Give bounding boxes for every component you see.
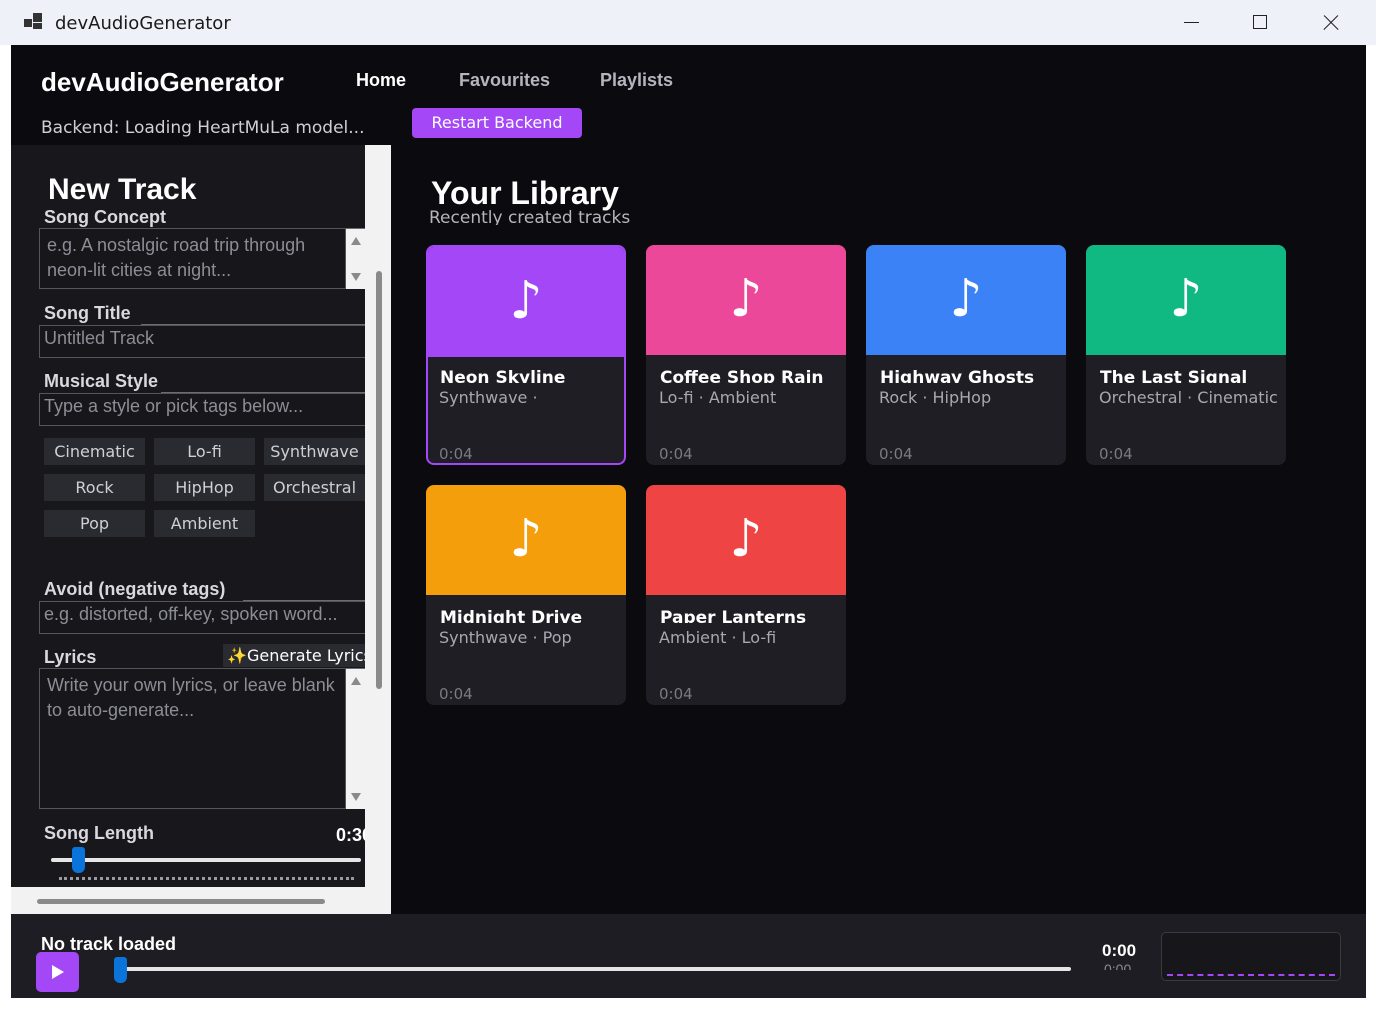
track-tags: Lo-fi · Ambient <box>659 388 777 407</box>
maximize-button[interactable] <box>1226 0 1294 45</box>
track-cover: ♪ <box>428 247 624 357</box>
tag-synthwave[interactable]: Synthwave <box>264 438 365 465</box>
length-value: 0:30 <box>336 825 365 845</box>
lyrics-scrollbar[interactable] <box>346 669 365 809</box>
track-card[interactable]: ♪ Neon Skyline Synthwave · 0:04 <box>426 245 626 465</box>
brand-title: devAudioGenerator <box>41 67 284 97</box>
nav-favourites[interactable]: Favourites <box>459 70 550 91</box>
play-button[interactable] <box>36 952 79 992</box>
scroll-down-icon <box>351 793 361 801</box>
track-cover: ♪ <box>866 245 1066 355</box>
generate-lyrics-label: Generate Lyrics <box>247 646 365 665</box>
track-cover: ♪ <box>646 485 846 595</box>
track-cover: ♪ <box>1086 245 1286 355</box>
concept-label: Song Concept <box>44 207 166 227</box>
length-slider-thumb[interactable] <box>72 847 85 873</box>
track-duration: 0:04 <box>439 685 473 703</box>
track-title: Neon Skyline <box>440 368 566 383</box>
track-cover: ♪ <box>426 485 626 595</box>
length-slider-track[interactable] <box>51 858 361 862</box>
track-duration: 0:04 <box>879 445 913 463</box>
avoid-input[interactable]: e.g. distorted, off-key, spoken word... <box>39 601 365 634</box>
lyrics-label: Lyrics <box>44 647 97 667</box>
nav-playlists[interactable]: Playlists <box>600 70 673 91</box>
track-card[interactable]: ♪ Coffee Shop Rain Lo-fi · Ambient 0:04 <box>646 245 846 465</box>
music-note-icon: ♪ <box>729 509 763 569</box>
waveform-line <box>1167 974 1335 976</box>
title-input[interactable]: Untitled Track <box>39 325 365 358</box>
track-card[interactable]: ♪ Paper Lanterns Ambient · Lo-fi 0:04 <box>646 485 846 705</box>
track-title: Midnight Drive <box>440 608 583 623</box>
window-title: devAudioGenerator <box>55 13 231 34</box>
track-duration: 0:04 <box>659 445 693 463</box>
panel-title: New Track <box>48 173 197 206</box>
track-duration: 0:04 <box>1099 445 1133 463</box>
tag-cinematic[interactable]: Cinematic <box>44 438 145 465</box>
close-button[interactable] <box>1295 0 1363 45</box>
seek-slider-track[interactable] <box>121 967 1071 971</box>
track-tags: Synthwave · Pop <box>439 628 572 647</box>
total-time: 0:00 <box>1104 961 1132 970</box>
play-icon <box>52 965 64 979</box>
avoid-label: Avoid (negative tags) <box>44 579 226 599</box>
track-title: Highway Ghosts <box>880 368 1035 383</box>
track-title: Coffee Shop Rain <box>660 368 824 383</box>
music-note-icon: ♪ <box>509 271 543 331</box>
track-tags: Ambient · Lo-fi <box>659 628 777 647</box>
maximize-icon <box>1253 15 1267 29</box>
track-title: Paper Lanterns <box>660 608 807 623</box>
restart-backend-button[interactable]: Restart Backend <box>412 108 582 138</box>
new-track-panel: New Track Song Concept e.g. A nostalgic … <box>11 145 391 914</box>
music-note-icon: ♪ <box>729 269 763 329</box>
tag-pop[interactable]: Pop <box>44 510 145 537</box>
tag-ambient[interactable]: Ambient <box>154 510 255 537</box>
track-tags: Rock · HipHop <box>879 388 992 407</box>
concept-input[interactable]: e.g. A nostalgic road trip through neon-… <box>39 228 346 289</box>
sparkle-icon: ✨ <box>227 646 247 665</box>
window-titlebar: devAudioGenerator <box>0 0 1376 45</box>
minimize-icon <box>1184 22 1199 24</box>
music-note-icon: ♪ <box>949 269 983 329</box>
track-card[interactable]: ♪ The Last Signal Orchestral · Cinematic 0:… <box>1086 245 1286 465</box>
track-tags: Orchestral · Cinematic <box>1099 388 1278 407</box>
app-window: devAudioGenerator Home Favourites Playli… <box>11 45 1366 998</box>
generate-lyrics-button[interactable]: ✨Generate Lyrics <box>223 644 365 667</box>
track-duration: 0:04 <box>439 445 473 463</box>
track-title: The Last Signal <box>1100 368 1248 383</box>
tag-rock[interactable]: Rock <box>44 474 145 501</box>
scroll-down-icon <box>351 273 361 281</box>
title-label: Song Title <box>44 303 131 323</box>
track-card[interactable]: ♪ Midnight Drive Synthwave · Pop 0:04 <box>426 485 626 705</box>
seek-slider-thumb[interactable] <box>114 957 127 983</box>
panel-vertical-scroll-thumb[interactable] <box>376 271 382 689</box>
tag-orchestral[interactable]: Orchestral <box>264 474 365 501</box>
panel-horizontal-scroll-thumb[interactable] <box>37 899 325 904</box>
track-cover: ♪ <box>646 245 846 355</box>
tag-lofi[interactable]: Lo-fi <box>154 438 255 465</box>
length-slider-ticks <box>59 877 354 881</box>
library-subtitle: Recently created tracks <box>429 208 631 225</box>
scroll-up-icon <box>351 677 361 685</box>
concept-scrollbar[interactable] <box>346 229 365 289</box>
track-card[interactable]: ♪ Highway Ghosts Rock · HipHop 0:04 <box>866 245 1066 465</box>
backend-status: Backend: Loading HeartMuLa model... <box>41 118 365 138</box>
style-input[interactable]: Type a style or pick tags below... <box>39 393 365 426</box>
track-duration: 0:04 <box>659 685 693 703</box>
nav-home[interactable]: Home <box>356 70 406 91</box>
music-note-icon: ♪ <box>509 509 543 569</box>
tag-hiphop[interactable]: HipHop <box>154 474 255 501</box>
app-icon <box>24 13 44 31</box>
minimize-button[interactable] <box>1157 0 1225 45</box>
length-label: Song Length <box>44 823 154 843</box>
waveform-display <box>1161 932 1341 981</box>
track-tags: Synthwave · <box>439 388 538 407</box>
lyrics-input[interactable]: Write your own lyrics, or leave blank to… <box>39 668 346 809</box>
current-time: 0:00 <box>1102 941 1137 960</box>
new-track-scroll-area: New Track Song Concept e.g. A nostalgic … <box>11 145 365 887</box>
style-label: Musical Style <box>44 371 159 391</box>
scroll-up-icon <box>351 237 361 245</box>
library-panel: Your Library Recently created tracks ♪ Ne… <box>391 145 1366 914</box>
player-bar: No track loaded 0:00 0:00 <box>11 914 1366 998</box>
music-note-icon: ♪ <box>1169 269 1203 329</box>
